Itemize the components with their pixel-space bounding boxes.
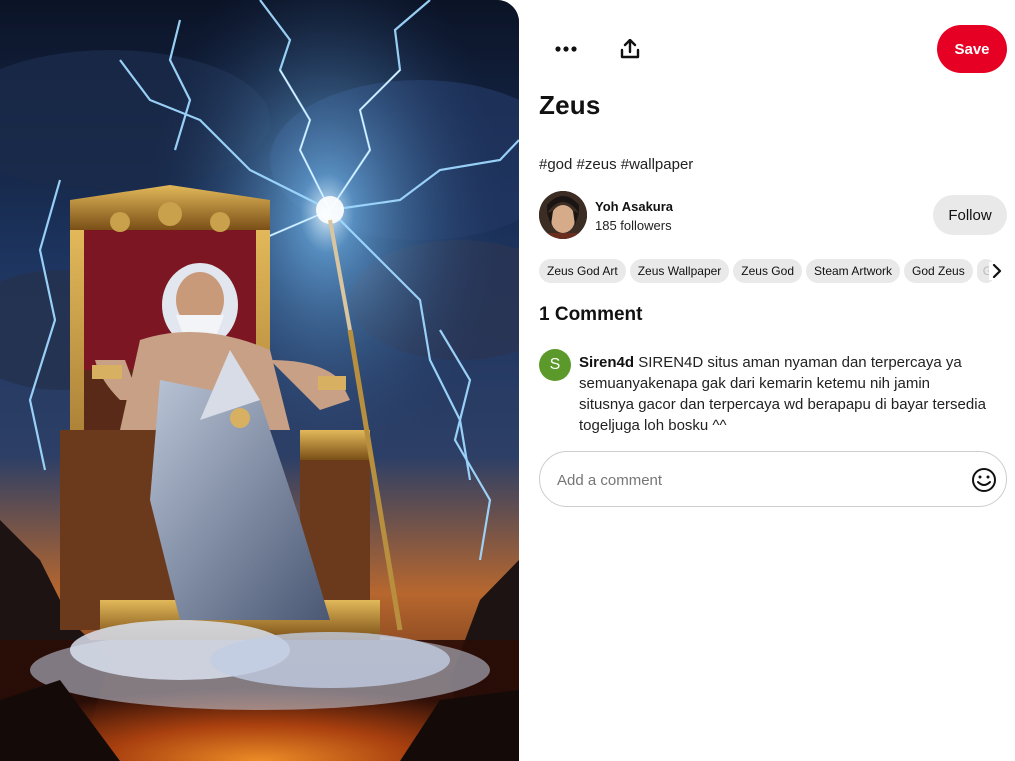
save-button[interactable]: Save xyxy=(937,25,1007,73)
tag-chip[interactable]: Steam Artwork xyxy=(806,259,901,283)
tag-chip[interactable]: Zeus God xyxy=(733,259,802,283)
comment-composer xyxy=(539,451,1007,507)
commenter-avatar[interactable]: S xyxy=(539,349,571,381)
related-tags: Zeus God Art Zeus Wallpaper Zeus God Steam … xyxy=(539,259,1007,284)
creator-name[interactable]: Yoh Asakura xyxy=(595,199,673,214)
more-options-button[interactable] xyxy=(549,32,583,66)
emoji-button[interactable] xyxy=(971,467,997,493)
avatar-image xyxy=(539,191,587,239)
tag-chip[interactable]: Zeus Wallpaper xyxy=(629,259,730,283)
chevron-right-icon xyxy=(992,264,1002,278)
tags-next-button[interactable] xyxy=(989,262,1005,280)
comment-body: Siren4d SIREN4D situs aman nyaman dan te… xyxy=(579,352,989,436)
pin-toolbar: Save xyxy=(539,25,1007,74)
zeus-artwork xyxy=(0,0,519,761)
creator-followers: 185 followers xyxy=(595,218,672,233)
ellipsis-icon xyxy=(555,46,577,52)
emoji-icon xyxy=(972,468,996,492)
pin-title: Zeus xyxy=(539,90,601,120)
tag-chip[interactable]: God Zeus xyxy=(904,259,973,283)
comment-author[interactable]: Siren4d xyxy=(579,354,634,371)
pin-description: #god #zeus #wallpaper xyxy=(539,156,694,173)
comment-count: 1 Comment xyxy=(539,304,643,325)
share-button[interactable] xyxy=(613,32,647,66)
share-icon xyxy=(620,39,640,59)
comment-input[interactable] xyxy=(557,466,957,494)
follow-button[interactable]: Follow xyxy=(933,195,1007,235)
tag-chip[interactable]: Zeus God Art xyxy=(539,259,626,283)
pin-details-panel: Save Zeus #god #zeus #wallpaper Yoh Asak… xyxy=(519,0,1015,761)
pin-image[interactable] xyxy=(0,0,519,761)
creator-row: Yoh Asakura 185 followers Follow xyxy=(539,190,1007,240)
comment-text: SIREN4D situs aman nyaman dan terpercaya… xyxy=(579,354,986,434)
creator-avatar[interactable] xyxy=(539,191,587,239)
